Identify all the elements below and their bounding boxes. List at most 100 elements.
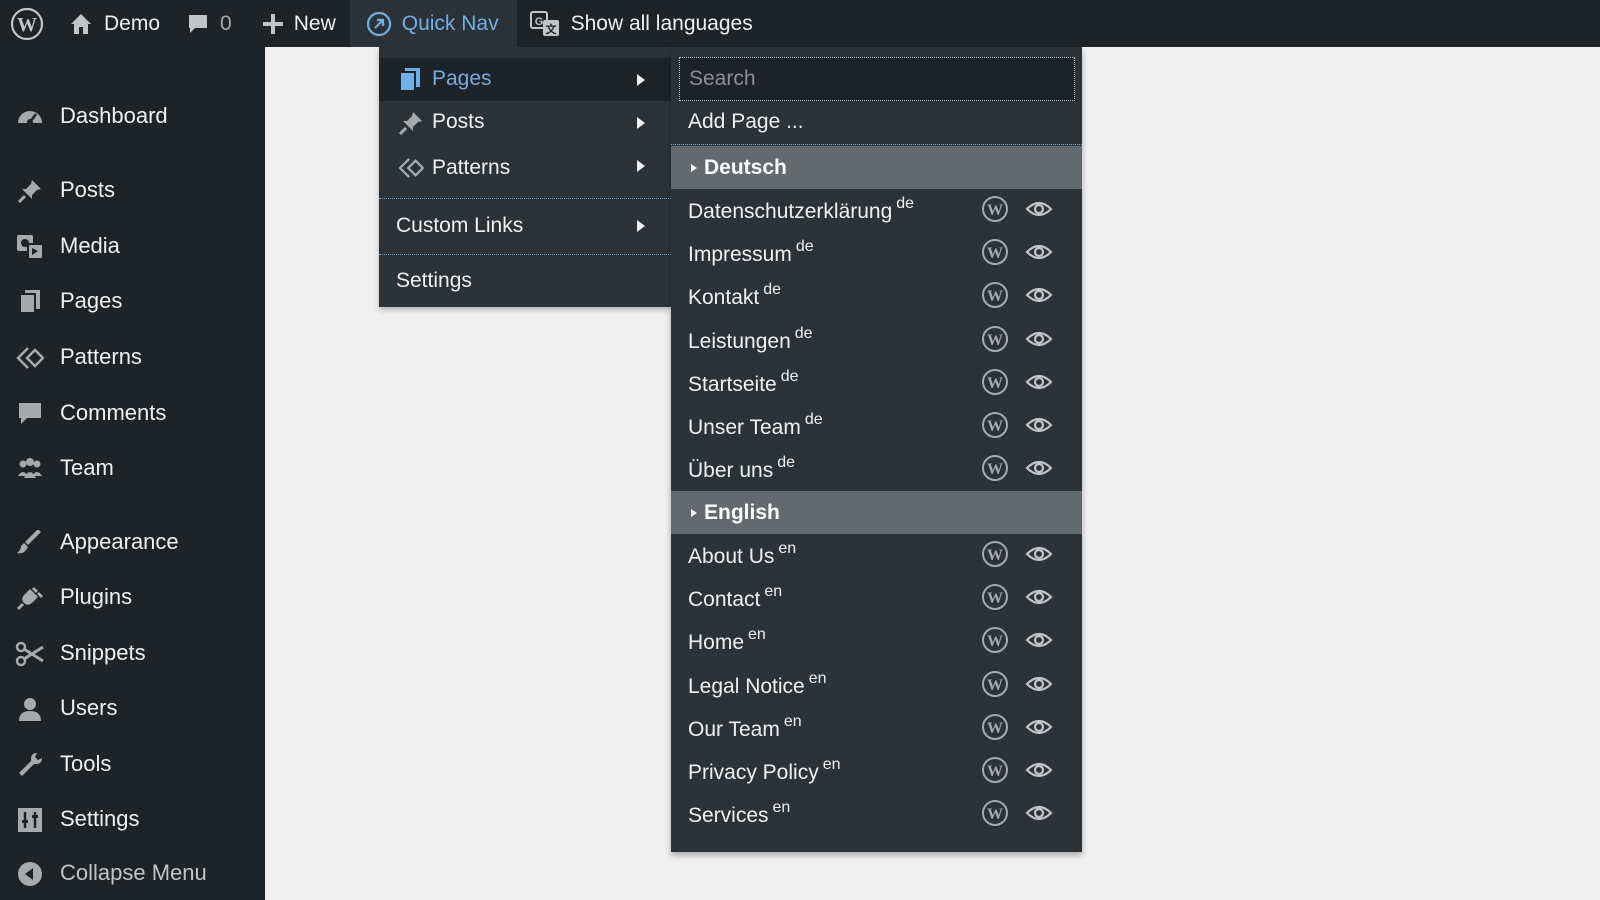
edit-in-wordpress-icon[interactable]: W [981,583,1009,611]
page-row: About Us en W [671,534,1082,577]
view-page-eye-icon[interactable] [1025,801,1053,825]
language-header-de[interactable]: Deutsch [671,146,1082,189]
page-link[interactable]: Leistungen de [688,325,813,354]
site-name-link[interactable]: Demo [54,0,172,47]
page-link[interactable]: Startseite de [688,368,799,397]
menu-patterns[interactable]: Patterns [0,337,265,377]
quick-nav-item-custom-links[interactable]: Custom Links [379,200,671,252]
add-page-link[interactable]: Add Page ... [688,110,804,134]
user-icon [15,695,45,723]
language-code: de [795,238,814,256]
quick-nav-item-posts[interactable]: Posts [379,101,671,144]
language-code: en [808,669,827,687]
plug-icon [15,584,45,612]
view-page-eye-icon[interactable] [1025,758,1053,782]
quick-nav-button[interactable]: Quick Nav [349,0,517,47]
admin-bar: W Demo 0 New Quick Nav G文 Show all langu… [0,0,1600,47]
comments-link[interactable]: 0 [172,0,244,47]
page-title: Privacy Policy [688,761,819,784]
language-code: de [777,454,796,472]
page-link[interactable]: Datenschutzerklärung de [688,195,914,224]
wp-logo-button[interactable]: W [0,0,54,47]
page-link[interactable]: Contact en [688,583,782,612]
edit-in-wordpress-icon[interactable]: W [981,713,1009,741]
page-link[interactable]: Our Team en [688,713,802,742]
svg-text:文: 文 [545,22,557,36]
groups-icon [15,455,45,483]
view-page-eye-icon[interactable] [1025,370,1053,394]
menu-appearance[interactable]: Appearance [0,522,265,562]
svg-text:W: W [987,202,1003,219]
home-icon [68,11,94,37]
view-page-eye-icon[interactable] [1025,542,1053,566]
page-link[interactable]: Home en [688,626,766,655]
new-content-button[interactable]: New [244,0,348,47]
page-row: Contact en W [671,577,1082,620]
edit-in-wordpress-icon[interactable]: W [981,626,1009,654]
menu-comments[interactable]: Comments [0,393,265,433]
menu-snippets[interactable]: Snippets [0,633,265,673]
page-link[interactable]: Unser Team de [688,411,823,440]
view-page-eye-icon[interactable] [1025,628,1053,652]
collapse-arrow-icon [15,860,45,888]
menu-media[interactable]: Media [0,226,265,266]
menu-posts[interactable]: Posts [0,170,265,210]
quick-nav-item-patterns[interactable]: Patterns [379,144,671,194]
view-page-eye-icon[interactable] [1025,197,1053,221]
page-link[interactable]: Kontakt de [688,281,781,310]
page-link[interactable]: Services en [688,799,790,828]
edit-in-wordpress-icon[interactable]: W [981,368,1009,396]
svg-text:W: W [987,677,1003,694]
menu-pages[interactable]: Pages [0,281,265,321]
page-link[interactable]: Impressum de [688,238,814,267]
edit-in-wordpress-icon[interactable]: W [981,799,1009,827]
edit-in-wordpress-icon[interactable]: W [981,540,1009,568]
edit-in-wordpress-icon[interactable]: W [981,411,1009,439]
view-page-eye-icon[interactable] [1025,240,1053,264]
page-link[interactable]: Über uns de [688,454,796,483]
plus-icon [262,13,284,35]
page-row: Our Team en W [671,707,1082,750]
view-page-eye-icon[interactable] [1025,672,1053,696]
view-page-eye-icon[interactable] [1025,715,1053,739]
edit-in-wordpress-icon[interactable]: W [981,195,1009,223]
language-header-en[interactable]: English [671,491,1082,534]
wordpress-logo-icon: W [10,7,44,41]
menu-tools[interactable]: Tools [0,744,265,784]
quick-nav-item-settings[interactable]: Settings [379,256,671,306]
menu-team[interactable]: Team [0,448,265,488]
comment-icon [186,12,210,36]
edit-in-wordpress-icon[interactable]: W [981,670,1009,698]
admin-sidebar: Dashboard Posts Media Pages Patterns Com… [0,47,265,900]
collapse-menu-button[interactable]: Collapse Menu [0,853,265,893]
quick-nav-item-pages[interactable]: Pages [379,58,671,101]
menu-separator [379,198,671,199]
edit-in-wordpress-icon[interactable]: W [981,238,1009,266]
page-link[interactable]: About Us en [688,540,796,569]
menu-label: Dashboard [60,103,168,128]
menu-label: Media [60,233,120,258]
view-page-eye-icon[interactable] [1025,413,1053,437]
page-link[interactable]: Legal Notice en [688,669,827,699]
search-input[interactable] [679,57,1075,101]
page-link[interactable]: Privacy Policy en [688,756,841,785]
view-page-eye-icon[interactable] [1025,456,1053,480]
quick-nav-label-posts: Posts [432,110,485,133]
show-all-languages-button[interactable]: G文 Show all languages [517,0,765,47]
menu-dashboard[interactable]: Dashboard [0,96,265,136]
menu-label: Users [60,695,118,720]
menu-label: Team [60,455,114,480]
view-page-eye-icon[interactable] [1025,327,1053,351]
page-title: Home [688,631,745,655]
view-page-eye-icon[interactable] [1025,283,1053,307]
menu-users[interactable]: Users [0,688,265,728]
menu-settings[interactable]: Settings [0,799,265,839]
edit-in-wordpress-icon[interactable]: W [981,281,1009,309]
view-page-eye-icon[interactable] [1025,585,1053,609]
edit-in-wordpress-icon[interactable]: W [981,454,1009,482]
menu-plugins[interactable]: Plugins [0,577,265,617]
page-row: Startseite de W [671,362,1082,405]
edit-in-wordpress-icon[interactable]: W [981,756,1009,784]
edit-in-wordpress-icon[interactable]: W [981,325,1009,353]
menu-separator [379,254,671,255]
